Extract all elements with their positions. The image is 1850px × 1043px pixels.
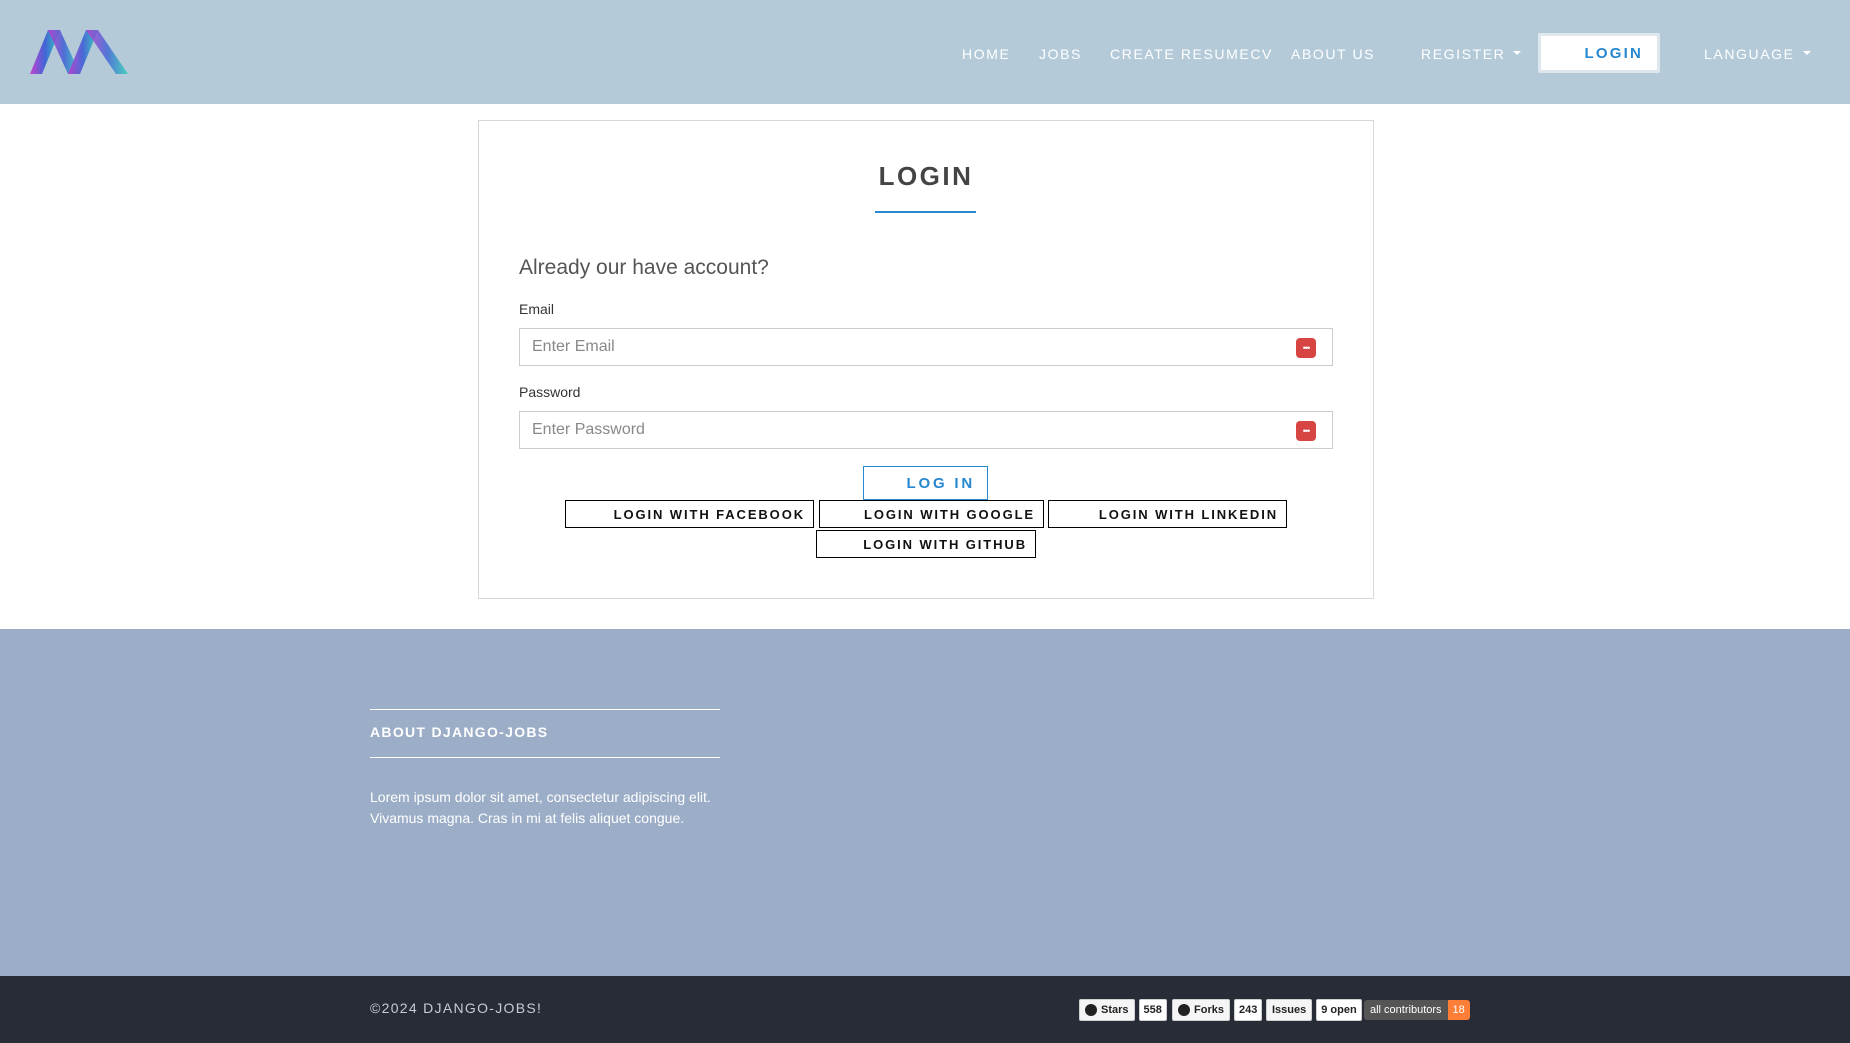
login-card: LOGIN Already our have account? Email Pa… bbox=[478, 120, 1374, 599]
password-manager-icon[interactable] bbox=[1296, 338, 1316, 358]
github-icon bbox=[1178, 1004, 1190, 1016]
issues-label: Issues bbox=[1266, 999, 1313, 1021]
footer-divider bbox=[370, 757, 720, 758]
caret-down-icon bbox=[1802, 51, 1811, 56]
page-title: LOGIN bbox=[878, 161, 974, 191]
nav-register-label: REGISTER bbox=[1421, 46, 1506, 62]
nav-about-us[interactable]: ABOUT US bbox=[1291, 46, 1375, 62]
password-manager-icon[interactable] bbox=[1296, 421, 1316, 441]
forks-label: Forks bbox=[1172, 999, 1230, 1021]
login-facebook-button[interactable]: LOGIN WITH FACEBOOK bbox=[565, 500, 814, 528]
caret-down-icon bbox=[1513, 51, 1522, 56]
issues-count: 9 open bbox=[1316, 999, 1362, 1021]
contributors-label: all contributors bbox=[1364, 1000, 1448, 1020]
forks-count: 243 bbox=[1233, 999, 1263, 1021]
nav-create-resume[interactable]: CREATE RESUMECV bbox=[1110, 46, 1273, 62]
nav-login-button[interactable]: LOGIN bbox=[1538, 33, 1660, 73]
nav-register-dropdown[interactable]: REGISTER bbox=[1421, 46, 1522, 62]
logo-mark-icon[interactable] bbox=[30, 30, 130, 74]
footer-divider bbox=[370, 709, 720, 710]
password-label: Password bbox=[519, 384, 581, 400]
stars-label-text: Stars bbox=[1101, 1004, 1129, 1016]
email-field-wrapper bbox=[519, 328, 1333, 366]
login-subheading: Already our have account? bbox=[519, 256, 769, 279]
github-stars-badge[interactable]: Stars 558 bbox=[1079, 999, 1167, 1021]
title-underline bbox=[875, 211, 976, 213]
nav-jobs[interactable]: JOBS bbox=[1039, 46, 1082, 62]
nav-language-dropdown[interactable]: LANGUAGE bbox=[1704, 46, 1811, 62]
login-linkedin-button[interactable]: LOGIN WITH LINKEDIN bbox=[1048, 500, 1287, 528]
contributors-count: 18 bbox=[1447, 1000, 1470, 1020]
github-issues-badge[interactable]: Issues 9 open bbox=[1266, 999, 1362, 1021]
forks-label-text: Forks bbox=[1194, 1004, 1224, 1016]
log-in-button[interactable]: LOG IN bbox=[863, 466, 988, 500]
password-field[interactable] bbox=[520, 412, 1284, 448]
github-forks-badge[interactable]: Forks 243 bbox=[1172, 999, 1263, 1021]
nav-language-label: LANGUAGE bbox=[1704, 46, 1795, 62]
site-footer: ABOUT DJANGO-JOBS Lorem ipsum dolor sit … bbox=[0, 629, 1850, 976]
github-icon bbox=[1085, 1004, 1097, 1016]
footer-about-text: Lorem ipsum dolor sit amet, consectetur … bbox=[370, 789, 711, 826]
footer-about-title: ABOUT DJANGO-JOBS bbox=[370, 724, 549, 740]
stars-count: 558 bbox=[1138, 999, 1167, 1021]
stars-label: Stars bbox=[1079, 999, 1135, 1021]
password-field-wrapper bbox=[519, 411, 1333, 449]
nav-home[interactable]: HOME bbox=[962, 46, 1010, 62]
login-google-button[interactable]: LOGIN WITH GOOGLE bbox=[819, 500, 1044, 528]
all-contributors-badge[interactable]: all contributors 18 bbox=[1364, 1000, 1470, 1020]
copyright-text: ©2024 DJANGO-JOBS! bbox=[370, 1000, 543, 1016]
bottom-bar: ©2024 DJANGO-JOBS! Stars 558 Forks 243 I… bbox=[0, 976, 1850, 1043]
login-github-button[interactable]: LOGIN WITH GITHUB bbox=[816, 530, 1036, 558]
site-header: HOME JOBS CREATE RESUMECV ABOUT US REGIS… bbox=[0, 0, 1850, 104]
email-field[interactable] bbox=[520, 329, 1284, 365]
email-label: Email bbox=[519, 301, 555, 317]
